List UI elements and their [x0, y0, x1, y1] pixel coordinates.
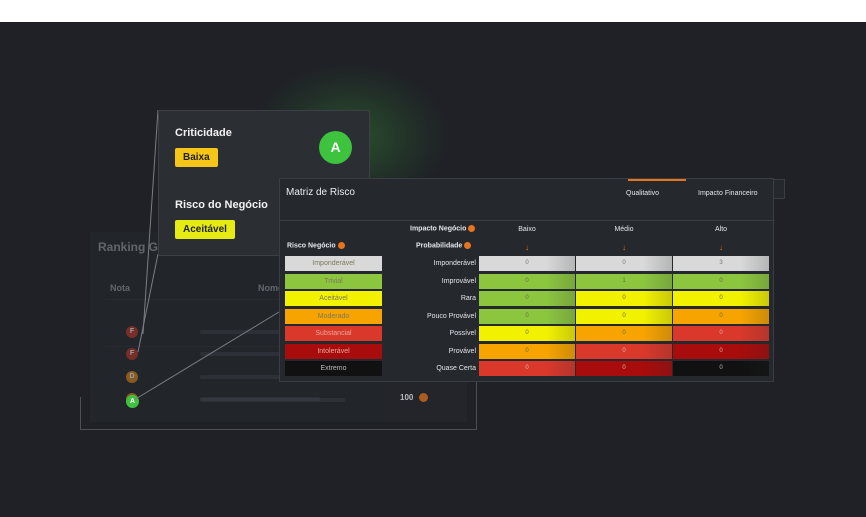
matrix-cell[interactable]: 1 — [576, 273, 672, 289]
info-icon[interactable] — [464, 242, 472, 249]
arrow-down-icon: ↓ — [622, 243, 626, 252]
impacto-negocio-text: Impacto Negócio — [410, 225, 467, 233]
legend-item: Trivial — [285, 273, 382, 289]
grade-circle: A — [319, 131, 352, 164]
matrix-cell[interactable]: 0 — [673, 308, 769, 324]
matrix-cell[interactable]: 0 — [576, 343, 672, 359]
info-icon[interactable] — [337, 242, 345, 249]
tab-qualitativo[interactable]: Qualitativo — [626, 190, 659, 197]
column-header-alto: Alto — [714, 226, 728, 233]
matrix-cell[interactable]: 0 — [673, 361, 769, 376]
risco-negocio-badge: Aceitável — [175, 220, 235, 239]
probabilidade-text: Probabilidade — [416, 242, 463, 250]
matrix-cell[interactable]: 0 — [576, 308, 672, 324]
matrix-title: Matriz de Risco — [286, 187, 355, 198]
probability-label: Provável — [448, 347, 476, 355]
probability-label: Pouco Provável — [426, 312, 476, 320]
legend-item: Aceitável — [285, 291, 382, 306]
matrix-cell[interactable]: 0 — [576, 291, 672, 306]
score-value: 100 — [400, 393, 414, 402]
divider — [280, 220, 775, 221]
matrix-cell[interactable]: 0 — [576, 326, 672, 341]
matrix-cell[interactable]: 0 — [673, 343, 769, 359]
matrix-cell[interactable]: 3 — [673, 256, 769, 271]
probability-label: Possível — [449, 330, 476, 337]
legend-item: Extremo — [285, 361, 382, 376]
risco-negocio-text: Risco Negócio — [287, 242, 336, 250]
probability-label: Imponderável — [433, 260, 476, 267]
arrow-down-icon: ↓ — [525, 243, 529, 252]
grade-badge: F — [126, 348, 138, 360]
probability-label: Rara — [460, 295, 476, 302]
matrix-cell[interactable]: 0 — [479, 256, 575, 271]
matrix-cell[interactable]: 0 — [479, 291, 575, 306]
ranking-header-nota: Nota — [110, 283, 130, 293]
criticidade-badge: Baixa — [175, 148, 218, 167]
probability-label: Improvável — [441, 277, 476, 285]
name-placeholder — [200, 398, 345, 402]
dashboard-canvas: Ranking Gr Nota Nome F F D D A 100 Criti… — [0, 22, 866, 517]
matrix-cell[interactable]: 0 — [479, 361, 575, 376]
ranking-title: Ranking Gr — [98, 240, 163, 254]
grade-badge-a: A — [126, 395, 139, 408]
risk-matrix-panel: Matriz de Risco Qualitativo Impacto Fina… — [279, 178, 775, 382]
grade-badge: D — [126, 371, 138, 383]
probabilidade-label: Probabilidade — [416, 242, 472, 250]
criticidade-label: Criticidade — [175, 127, 232, 139]
impacto-negocio-label: Impacto Negócio — [410, 225, 476, 233]
matrix-cell[interactable]: 0 — [576, 361, 672, 376]
matrix-cell[interactable]: 0 — [479, 273, 575, 289]
matrix-cell[interactable]: 0 — [673, 273, 769, 289]
matrix-cell[interactable]: 0 — [576, 256, 672, 271]
column-header-baixo: Baixo — [518, 226, 536, 233]
column-header-medio: Médio — [614, 226, 634, 233]
legend-item: Intolerável — [285, 343, 382, 359]
grade-badge: F — [126, 326, 138, 338]
risco-negocio-label: Risco do Negócio — [175, 199, 268, 211]
probability-label: Quase Certa — [436, 365, 476, 372]
ranking-frame-edge — [476, 377, 477, 430]
tab-impacto-financeiro[interactable]: Impacto Financeiro — [698, 190, 758, 197]
legend-item: Substancial — [285, 326, 382, 341]
arrow-icon — [419, 393, 428, 402]
risco-negocio-header: Risco Negócio — [287, 242, 345, 249]
active-tab-indicator — [628, 179, 686, 181]
legend-item: Moderado — [285, 308, 382, 324]
matrix-cell[interactable]: 0 — [479, 326, 575, 341]
matrix-cell[interactable]: 0 — [479, 343, 575, 359]
legend-item: Imponderável — [285, 256, 382, 271]
matrix-cell[interactable]: 0 — [673, 326, 769, 341]
matrix-cell[interactable]: 0 — [479, 308, 575, 324]
info-icon[interactable] — [468, 225, 476, 232]
matrix-cell[interactable]: 0 — [673, 291, 769, 306]
arrow-down-icon: ↓ — [719, 243, 723, 252]
